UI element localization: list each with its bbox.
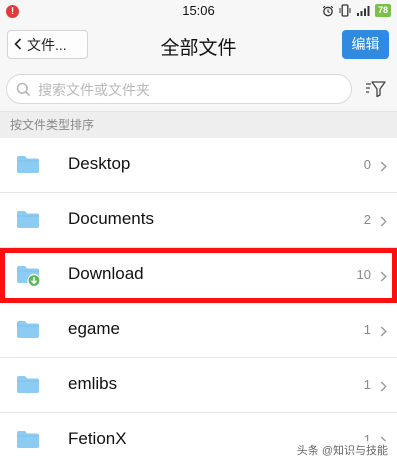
page-title: 全部文件 bbox=[160, 38, 237, 59]
file-row-download[interactable]: Download 10 bbox=[0, 248, 397, 303]
folder-icon bbox=[16, 319, 40, 344]
search-icon bbox=[16, 82, 31, 102]
vibrate-icon bbox=[339, 4, 351, 17]
filter-icon bbox=[365, 81, 387, 103]
file-count: 1 bbox=[363, 322, 371, 337]
file-name: FetionX bbox=[68, 429, 127, 448]
chevron-right-icon bbox=[380, 324, 387, 342]
watermark: 头条 @知识与技能 bbox=[293, 441, 391, 459]
alarm-icon bbox=[322, 5, 334, 17]
file-row-desktop[interactable]: Desktop 0 bbox=[0, 138, 397, 193]
search-row bbox=[0, 66, 397, 112]
nav-bar: 文件... 全部文件 编辑 bbox=[0, 24, 397, 66]
folder-icon bbox=[16, 209, 40, 234]
file-name: Desktop bbox=[68, 154, 131, 173]
filter-button[interactable] bbox=[365, 79, 387, 99]
file-list: Desktop 0 Documents 2 Download 10 egame … bbox=[0, 138, 397, 465]
file-row-egame[interactable]: egame 1 bbox=[0, 303, 397, 358]
chevron-right-icon bbox=[380, 269, 387, 287]
search-box[interactable] bbox=[6, 74, 352, 104]
battery-indicator: 78 bbox=[374, 4, 391, 17]
chevron-right-icon bbox=[380, 159, 387, 177]
file-name: emlibs bbox=[68, 374, 118, 393]
folder-download-icon bbox=[16, 264, 42, 293]
file-name: egame bbox=[68, 319, 120, 338]
file-count: 10 bbox=[356, 267, 371, 282]
file-count: 1 bbox=[363, 377, 371, 392]
chevron-right-icon bbox=[380, 379, 387, 397]
status-bar: ! 15:06 78 bbox=[0, 0, 397, 24]
edit-button[interactable]: 编辑 bbox=[342, 30, 389, 59]
chevron-right-icon bbox=[380, 214, 387, 232]
file-name: Documents bbox=[68, 209, 154, 228]
status-icons: 78 bbox=[322, 4, 391, 17]
file-name: Download bbox=[68, 264, 144, 283]
folder-icon bbox=[16, 374, 40, 399]
file-count: 0 bbox=[363, 157, 371, 172]
folder-icon bbox=[16, 429, 40, 454]
file-row-emlibs[interactable]: emlibs 1 bbox=[0, 358, 397, 413]
search-input[interactable] bbox=[38, 79, 338, 100]
signal-icon bbox=[356, 5, 370, 17]
file-count: 2 bbox=[363, 212, 371, 227]
folder-icon bbox=[16, 154, 40, 179]
sort-section-label: 按文件类型排序 bbox=[0, 112, 397, 138]
file-row-documents[interactable]: Documents 2 bbox=[0, 193, 397, 248]
